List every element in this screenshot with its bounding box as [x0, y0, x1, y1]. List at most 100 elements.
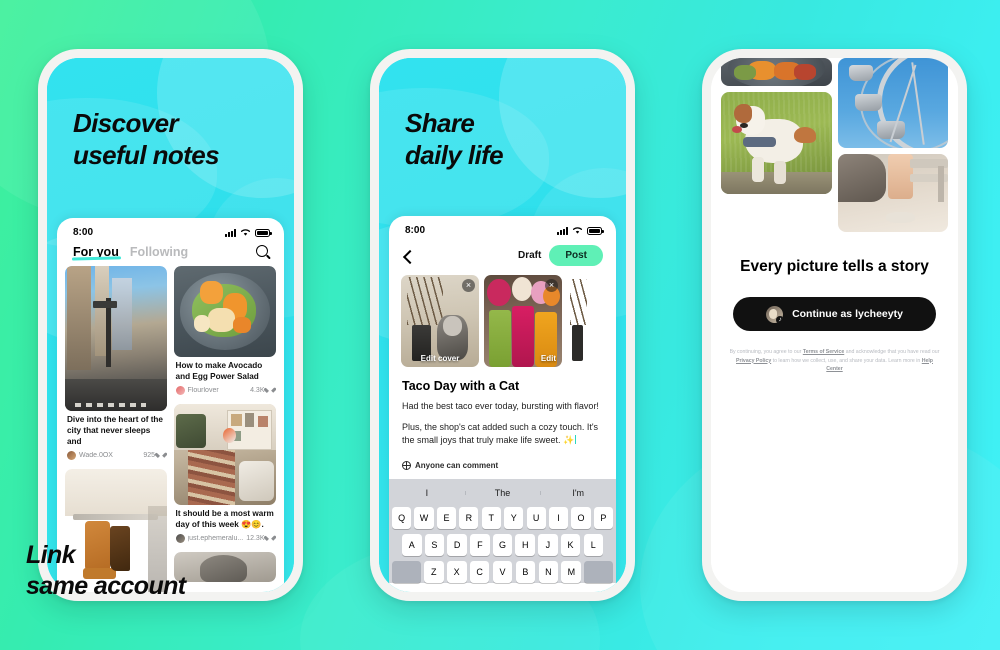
key-z[interactable]: Z	[423, 561, 444, 584]
phone-screen-discover: Discover useful notes 8:00 For you Follo…	[47, 58, 294, 592]
key-l[interactable]: L	[583, 534, 603, 557]
key-c[interactable]: C	[469, 561, 490, 584]
music-note-icon: ♪	[776, 315, 784, 323]
key-x[interactable]: X	[446, 561, 467, 584]
card-likes[interactable]: 925	[143, 452, 164, 459]
key-h[interactable]: H	[515, 534, 535, 557]
draft-button[interactable]: Draft	[518, 250, 541, 261]
remove-thumbnail-button[interactable]: ×	[462, 279, 475, 292]
login-screen: Every picture tells a story ♪ Continue a…	[711, 58, 958, 592]
app-screen-composer: 8:00 Draft Post × Edit cover × Edit Taco…	[389, 216, 616, 592]
key-p[interactable]: P	[593, 507, 614, 530]
post-paragraph-2-text: Plus, the shop's cat added such a cozy t…	[402, 421, 599, 446]
card-username[interactable]: Flourlover	[188, 387, 219, 394]
feed-card[interactable]: It should be a most warm day of this wee…	[173, 403, 276, 545]
key-u[interactable]: U	[526, 507, 546, 530]
key-k[interactable]: K	[560, 534, 581, 557]
feed-card[interactable]	[173, 551, 276, 582]
status-bar: 8:00	[389, 216, 616, 240]
feed-column-right: How to make Avocado and Egg Power Salad …	[173, 266, 276, 592]
composer-navbar: Draft Post	[389, 240, 616, 275]
card-caption: How to make Avocado and Egg Power Salad	[175, 361, 263, 381]
key-r[interactable]: R	[459, 507, 479, 530]
card-likes[interactable]: 4.3K	[250, 387, 274, 394]
card-image-salad	[173, 266, 276, 357]
keyboard-row-1: Q W E R T Y U I O P	[389, 507, 616, 530]
card-username[interactable]: just.ephemeralu...	[188, 535, 244, 542]
post-button[interactable]: Post	[549, 245, 603, 266]
key-v[interactable]: V	[492, 561, 513, 584]
thumbnail-drinks[interactable]: × Edit	[484, 275, 562, 367]
status-time: 8:00	[73, 227, 94, 238]
key-f[interactable]: F	[470, 534, 490, 557]
photo-ferris-wheel[interactable]	[837, 58, 948, 148]
thumbnail-partial[interactable]	[567, 275, 595, 367]
key-t[interactable]: T	[481, 507, 501, 530]
privacy-policy-link[interactable]: Privacy Policy	[736, 358, 771, 364]
status-bar: 8:00	[57, 218, 284, 242]
shift-key[interactable]	[391, 561, 421, 584]
key-g[interactable]: G	[492, 534, 513, 557]
suggestion-1[interactable]: I	[389, 488, 465, 498]
key-b[interactable]: B	[515, 561, 536, 584]
legal-disclaimer: By continuing, you agree to our Terms of…	[729, 348, 940, 373]
key-o[interactable]: O	[571, 507, 591, 530]
continue-label: Continue as lycheeyty	[792, 308, 903, 321]
heart-icon	[158, 452, 165, 459]
remove-thumbnail-button[interactable]: ×	[545, 279, 558, 292]
suggestion-2[interactable]: The	[464, 488, 541, 498]
comment-permission-label: Anyone can comment	[415, 461, 499, 471]
keyboard-row-2: A S D F G H J K L	[389, 534, 616, 557]
photo-bench[interactable]	[837, 154, 948, 232]
key-q[interactable]: Q	[391, 507, 412, 530]
key-e[interactable]: E	[436, 507, 457, 530]
comment-permission-row[interactable]: Anyone can comment	[389, 448, 616, 479]
key-m[interactable]: M	[561, 561, 582, 584]
card-likes[interactable]: 12.3K	[246, 535, 274, 542]
key-y[interactable]: Y	[504, 507, 524, 530]
post-title[interactable]: Taco Day with a Cat	[389, 367, 616, 393]
key-i[interactable]: I	[548, 507, 569, 530]
avatar	[67, 450, 76, 460]
terms-of-service-link[interactable]: Terms of Service	[803, 349, 844, 355]
feed-card[interactable]: How to make Avocado and Egg Power Salad …	[173, 266, 276, 397]
key-a[interactable]: A	[402, 534, 422, 557]
photo-food[interactable]	[721, 58, 832, 86]
backspace-key[interactable]	[584, 561, 614, 584]
battery-icon	[587, 226, 604, 235]
signal-icon	[225, 228, 236, 237]
status-icons	[557, 226, 604, 235]
key-s[interactable]: S	[424, 534, 445, 557]
suggestion-3[interactable]: I'm	[540, 488, 616, 498]
card-username[interactable]: Wade.0OX	[79, 452, 113, 459]
feed-card[interactable]: Dive into the heart of the city that nev…	[65, 266, 167, 462]
on-screen-keyboard: I The I'm Q W E R T Y U I O P A S D F G …	[389, 479, 616, 584]
edit-label[interactable]: Edit	[541, 354, 556, 363]
hero-title-discover: Discover useful notes	[73, 108, 220, 170]
signal-icon	[557, 226, 568, 235]
heart-icon	[267, 387, 274, 394]
thumbnail-cat[interactable]: × Edit cover	[401, 275, 479, 367]
tab-following[interactable]: Following	[130, 245, 188, 259]
composer-thumbnails: × Edit cover × Edit	[389, 275, 616, 367]
phone-screen-share: Share daily life 8:00 Draft Post × Edit …	[379, 58, 626, 592]
card-caption: Dive into the heart of the city that nev…	[67, 415, 163, 446]
keyboard-row-3: Z X C V B N M	[389, 561, 616, 584]
post-body[interactable]: Had the best taco ever today, bursting w…	[389, 393, 616, 448]
search-icon[interactable]	[256, 245, 270, 259]
key-d[interactable]: D	[447, 534, 467, 557]
heart-icon	[267, 535, 274, 542]
back-arrow-icon[interactable]	[402, 250, 414, 262]
key-w[interactable]: W	[414, 507, 434, 530]
like-count: 12.3K	[246, 534, 265, 542]
status-icons	[225, 228, 272, 237]
continue-as-button[interactable]: ♪ Continue as lycheeyty	[733, 297, 936, 332]
key-n[interactable]: N	[538, 561, 559, 584]
photo-dog[interactable]	[721, 92, 832, 194]
status-time: 8:00	[405, 225, 426, 236]
post-paragraph-1: Had the best taco ever today, bursting w…	[402, 401, 599, 411]
globe-icon	[402, 461, 412, 471]
tab-for-you[interactable]: For you	[73, 245, 119, 259]
key-j[interactable]: J	[538, 534, 558, 557]
edit-cover-label[interactable]: Edit cover	[401, 354, 479, 363]
